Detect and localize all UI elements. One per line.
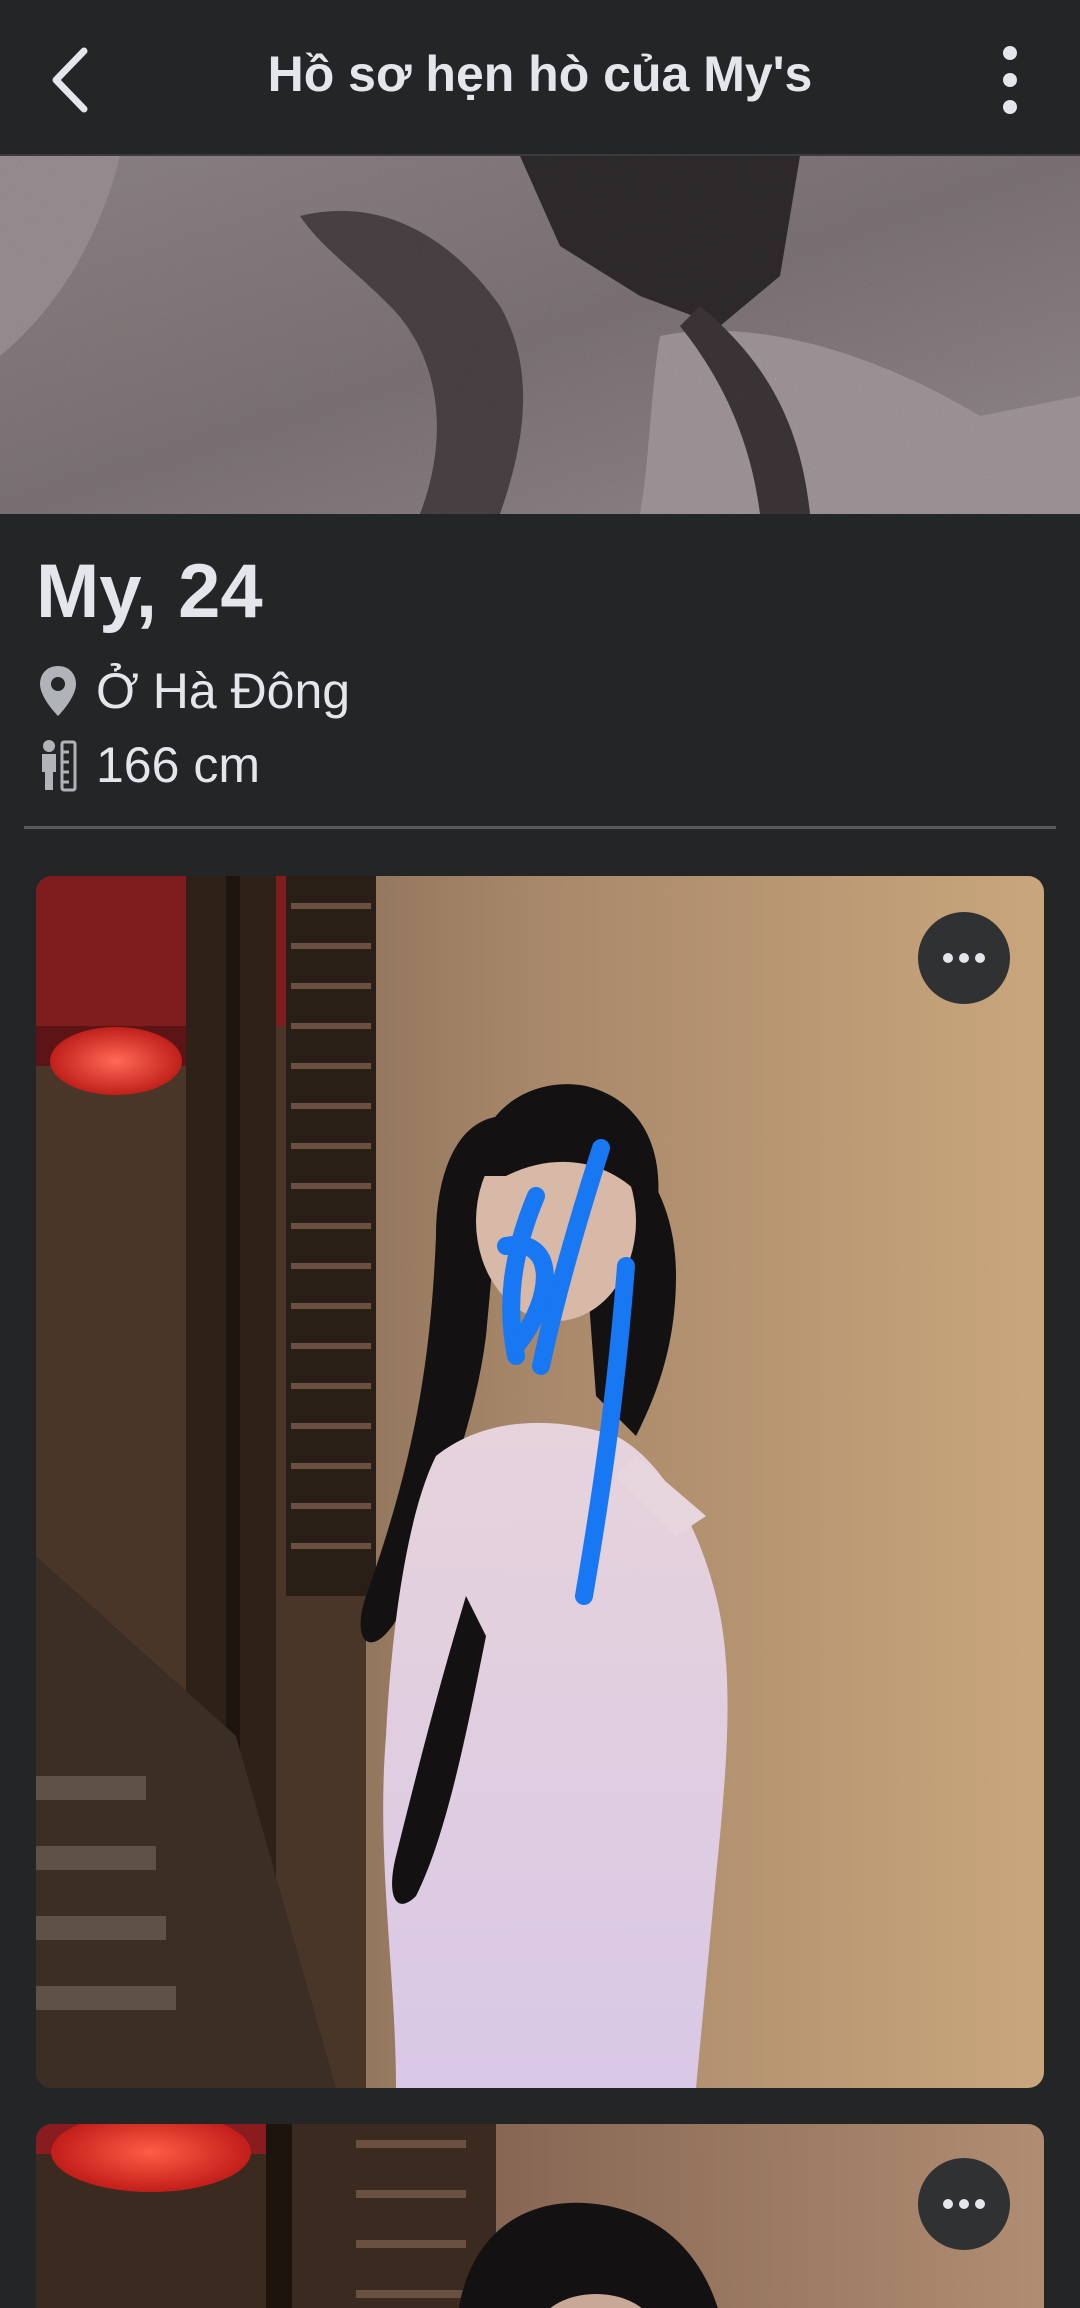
more-vertical-icon bbox=[1003, 46, 1017, 114]
location-pin-icon bbox=[36, 663, 80, 719]
location-text: Ở Hà Đông bbox=[96, 663, 351, 719]
page-title: Hồ sơ hẹn hò của My's bbox=[267, 46, 813, 102]
more-horizontal-icon bbox=[943, 2199, 985, 2209]
chevron-left-icon bbox=[52, 47, 88, 113]
photo-more-button[interactable] bbox=[918, 2158, 1010, 2250]
photo-more-button[interactable] bbox=[918, 912, 1010, 1004]
dating-profile-screen: Hồ sơ hẹn hò của My's My, 24 Ở Hà Đông 1… bbox=[0, 0, 1080, 2308]
top-app-bar: Hồ sơ hẹn hò của My's bbox=[0, 0, 1080, 154]
height-row: 166 cm bbox=[36, 736, 260, 794]
divider bbox=[24, 826, 1056, 829]
location-row: Ở Hà Đông bbox=[36, 662, 350, 720]
back-button[interactable] bbox=[30, 30, 110, 130]
more-horizontal-icon bbox=[943, 953, 985, 963]
more-options-button[interactable] bbox=[970, 30, 1050, 130]
height-text: 166 cm bbox=[96, 737, 260, 793]
height-ruler-icon bbox=[36, 737, 80, 793]
profile-photo-2[interactable] bbox=[36, 2124, 1044, 2308]
profile-name-age: My, 24 bbox=[36, 549, 263, 634]
cover-photo[interactable] bbox=[0, 154, 1080, 514]
profile-photo-1[interactable] bbox=[36, 876, 1044, 2088]
